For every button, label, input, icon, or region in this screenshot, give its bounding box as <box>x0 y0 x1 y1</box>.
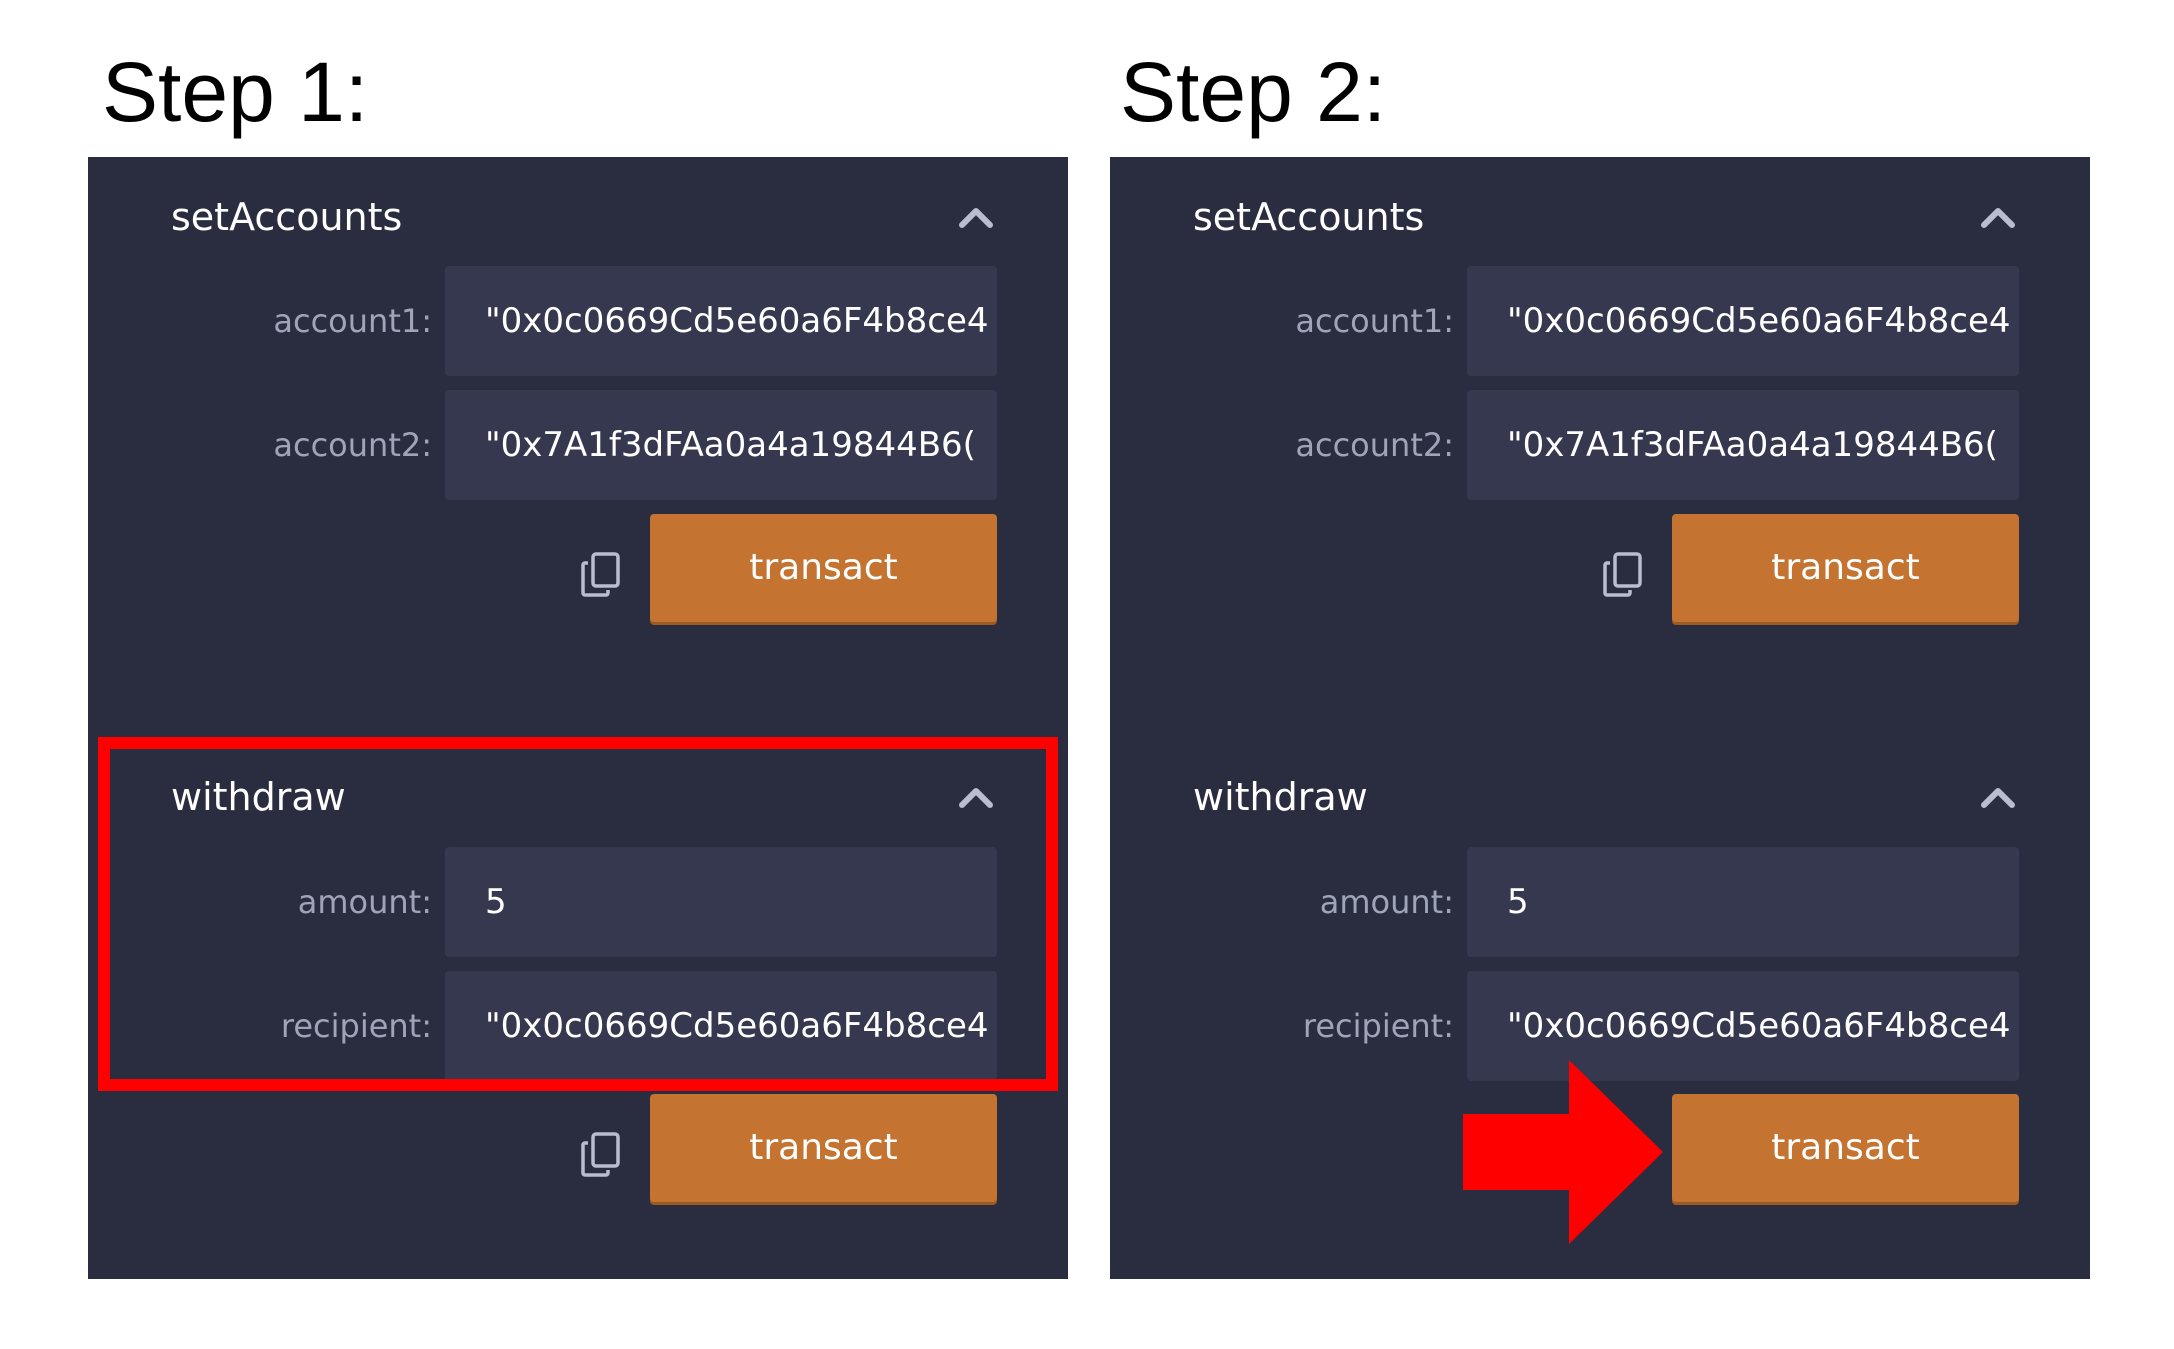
chevron-up-icon[interactable] <box>1978 781 2018 813</box>
step-1-panel: setAccounts account1: "0x0c0669Cd5e60a6F… <box>88 157 1068 1279</box>
copy-icon[interactable] <box>580 1131 622 1179</box>
chevron-up-icon[interactable] <box>1978 201 2018 233</box>
withdraw-title: withdraw <box>1193 775 1368 819</box>
account1-input[interactable]: "0x0c0669Cd5e60a6F4b8ce4 <box>1467 266 2019 376</box>
account2-label: account2: <box>273 426 432 464</box>
step-1-title: Step 1: <box>102 45 369 139</box>
withdraw-transact-button[interactable]: transact <box>650 1094 997 1202</box>
right-arrow-icon <box>1463 1060 1663 1244</box>
withdraw-transact-button[interactable]: transact <box>1672 1094 2019 1202</box>
chevron-up-icon[interactable] <box>956 201 996 233</box>
account1-label: account1: <box>273 302 432 340</box>
copy-icon[interactable] <box>1602 551 1644 599</box>
recipient-label: recipient: <box>1302 1007 1454 1045</box>
account1-input[interactable]: "0x0c0669Cd5e60a6F4b8ce4 <box>445 266 997 376</box>
setaccounts-title: setAccounts <box>171 195 403 239</box>
setaccounts-title: setAccounts <box>1193 195 1425 239</box>
amount-input[interactable]: 5 <box>1467 847 2019 957</box>
account2-label: account2: <box>1295 426 1454 464</box>
setaccounts-transact-button[interactable]: transact <box>1672 514 2019 622</box>
account2-input[interactable]: "0x7A1f3dFAa0a4a19844B6( <box>1467 390 2019 500</box>
account2-input[interactable]: "0x7A1f3dFAa0a4a19844B6( <box>445 390 997 500</box>
account1-label: account1: <box>1295 302 1454 340</box>
copy-icon[interactable] <box>580 551 622 599</box>
step-2-title: Step 2: <box>1120 45 1387 139</box>
setaccounts-transact-button[interactable]: transact <box>650 514 997 622</box>
amount-label: amount: <box>1319 883 1454 921</box>
highlight-box <box>98 737 1058 1091</box>
